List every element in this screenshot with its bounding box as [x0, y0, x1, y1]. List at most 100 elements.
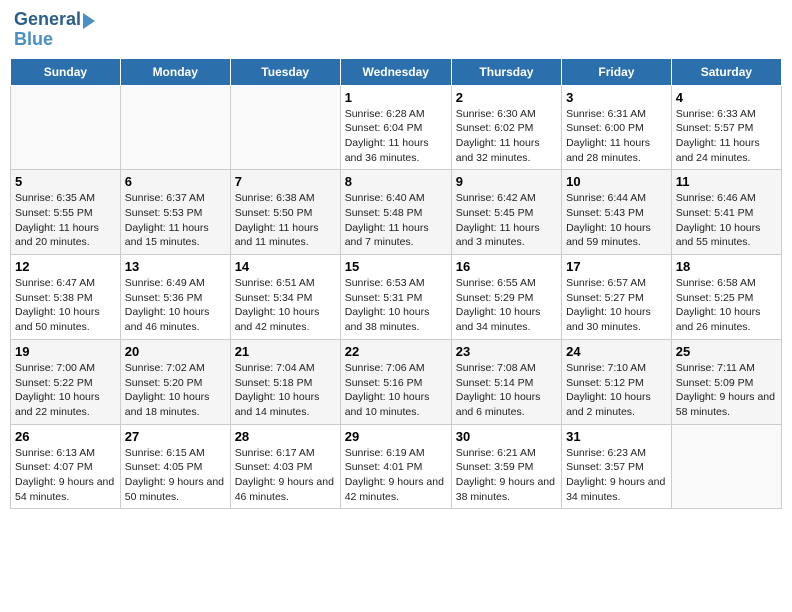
day-info: Sunrise: 6:13 AM Sunset: 4:07 PM Dayligh… [15, 446, 116, 505]
weekday-header: Tuesday [230, 58, 340, 85]
day-number: 14 [235, 259, 336, 274]
weekday-header: Wednesday [340, 58, 451, 85]
calendar-week-row: 1 Sunrise: 6:28 AM Sunset: 6:04 PM Daylig… [11, 85, 782, 170]
calendar-cell: 22 Sunrise: 7:06 AM Sunset: 5:16 PM Dayli… [340, 339, 451, 424]
day-info: Sunrise: 6:47 AM Sunset: 5:38 PM Dayligh… [15, 276, 116, 335]
calendar-cell: 10Sunrise: 6:44 AM Sunset: 5:43 PM Dayli… [562, 170, 672, 255]
day-info: Sunrise: 6:53 AM Sunset: 5:31 PM Dayligh… [345, 276, 447, 335]
day-info: Sunrise: 6:30 AM Sunset: 6:02 PM Dayligh… [456, 107, 557, 166]
calendar-cell: 27 Sunrise: 6:15 AM Sunset: 4:05 PM Dayli… [120, 424, 230, 509]
logo-text-general: General [14, 10, 81, 30]
day-info: Sunrise: 7:06 AM Sunset: 5:16 PM Dayligh… [345, 361, 447, 420]
calendar-cell: 8Sunrise: 6:40 AM Sunset: 5:48 PM Daylig… [340, 170, 451, 255]
day-number: 27 [125, 429, 226, 444]
weekday-header: Friday [562, 58, 672, 85]
calendar-table: SundayMondayTuesdayWednesdayThursdayFrid… [10, 58, 782, 510]
day-number: 29 [345, 429, 447, 444]
weekday-row: SundayMondayTuesdayWednesdayThursdayFrid… [11, 58, 782, 85]
day-info: Sunrise: 6:33 AM Sunset: 5:57 PM Dayligh… [676, 107, 777, 166]
page-header: General Blue [10, 10, 782, 50]
day-number: 20 [125, 344, 226, 359]
day-number: 18 [676, 259, 777, 274]
day-number: 11 [676, 174, 777, 189]
weekday-header: Thursday [451, 58, 561, 85]
calendar-cell: 2 Sunrise: 6:30 AM Sunset: 6:02 PM Daylig… [451, 85, 561, 170]
weekday-header: Saturday [671, 58, 781, 85]
calendar-cell: 19Sunrise: 7:00 AM Sunset: 5:22 PM Dayli… [11, 339, 121, 424]
weekday-header: Sunday [11, 58, 121, 85]
day-info: Sunrise: 7:02 AM Sunset: 5:20 PM Dayligh… [125, 361, 226, 420]
day-number: 1 [345, 90, 447, 105]
day-number: 16 [456, 259, 557, 274]
calendar-cell: 12 Sunrise: 6:47 AM Sunset: 5:38 PM Dayli… [11, 255, 121, 340]
day-info: Sunrise: 7:11 AM Sunset: 5:09 PM Dayligh… [676, 361, 777, 420]
calendar-cell [11, 85, 121, 170]
calendar-header: SundayMondayTuesdayWednesdayThursdayFrid… [11, 58, 782, 85]
day-info: Sunrise: 6:38 AM Sunset: 5:50 PM Dayligh… [235, 191, 336, 250]
day-info: Sunrise: 6:28 AM Sunset: 6:04 PM Dayligh… [345, 107, 447, 166]
calendar-cell: 28Sunrise: 6:17 AM Sunset: 4:03 PM Dayli… [230, 424, 340, 509]
day-number: 12 [15, 259, 116, 274]
calendar-week-row: 19Sunrise: 7:00 AM Sunset: 5:22 PM Dayli… [11, 339, 782, 424]
calendar-week-row: 12 Sunrise: 6:47 AM Sunset: 5:38 PM Dayli… [11, 255, 782, 340]
day-info: Sunrise: 6:51 AM Sunset: 5:34 PM Dayligh… [235, 276, 336, 335]
day-number: 6 [125, 174, 226, 189]
day-number: 19 [15, 344, 116, 359]
day-number: 25 [676, 344, 777, 359]
day-info: Sunrise: 6:40 AM Sunset: 5:48 PM Dayligh… [345, 191, 447, 250]
calendar-cell: 4 Sunrise: 6:33 AM Sunset: 5:57 PM Daylig… [671, 85, 781, 170]
calendar-cell: 15 Sunrise: 6:53 AM Sunset: 5:31 PM Dayli… [340, 255, 451, 340]
day-number: 23 [456, 344, 557, 359]
day-info: Sunrise: 6:15 AM Sunset: 4:05 PM Dayligh… [125, 446, 226, 505]
calendar-cell: 9 Sunrise: 6:42 AM Sunset: 5:45 PM Daylig… [451, 170, 561, 255]
calendar-cell: 25 Sunrise: 7:11 AM Sunset: 5:09 PM Dayli… [671, 339, 781, 424]
calendar-cell: 23 Sunrise: 7:08 AM Sunset: 5:14 PM Dayli… [451, 339, 561, 424]
calendar-cell: 13Sunrise: 6:49 AM Sunset: 5:36 PM Dayli… [120, 255, 230, 340]
day-number: 5 [15, 174, 116, 189]
calendar-cell: 20 Sunrise: 7:02 AM Sunset: 5:20 PM Dayli… [120, 339, 230, 424]
calendar-cell: 6Sunrise: 6:37 AM Sunset: 5:53 PM Daylig… [120, 170, 230, 255]
day-number: 21 [235, 344, 336, 359]
day-number: 17 [566, 259, 667, 274]
calendar-cell: 26 Sunrise: 6:13 AM Sunset: 4:07 PM Dayli… [11, 424, 121, 509]
day-number: 26 [15, 429, 116, 444]
day-info: Sunrise: 6:31 AM Sunset: 6:00 PM Dayligh… [566, 107, 667, 166]
day-info: Sunrise: 6:21 AM Sunset: 3:59 PM Dayligh… [456, 446, 557, 505]
calendar-cell: 30Sunrise: 6:21 AM Sunset: 3:59 PM Dayli… [451, 424, 561, 509]
day-info: Sunrise: 6:44 AM Sunset: 5:43 PM Dayligh… [566, 191, 667, 250]
calendar-cell: 7Sunrise: 6:38 AM Sunset: 5:50 PM Daylig… [230, 170, 340, 255]
day-number: 9 [456, 174, 557, 189]
day-info: Sunrise: 7:08 AM Sunset: 5:14 PM Dayligh… [456, 361, 557, 420]
day-info: Sunrise: 6:58 AM Sunset: 5:25 PM Dayligh… [676, 276, 777, 335]
logo: General Blue [14, 10, 95, 50]
day-info: Sunrise: 6:23 AM Sunset: 3:57 PM Dayligh… [566, 446, 667, 505]
day-info: Sunrise: 6:42 AM Sunset: 5:45 PM Dayligh… [456, 191, 557, 250]
day-number: 4 [676, 90, 777, 105]
day-number: 22 [345, 344, 447, 359]
day-info: Sunrise: 6:55 AM Sunset: 5:29 PM Dayligh… [456, 276, 557, 335]
day-info: Sunrise: 6:57 AM Sunset: 5:27 PM Dayligh… [566, 276, 667, 335]
calendar-cell: 29 Sunrise: 6:19 AM Sunset: 4:01 PM Dayli… [340, 424, 451, 509]
day-number: 3 [566, 90, 667, 105]
calendar-cell: 18 Sunrise: 6:58 AM Sunset: 5:25 PM Dayli… [671, 255, 781, 340]
calendar-cell: 3 Sunrise: 6:31 AM Sunset: 6:00 PM Daylig… [562, 85, 672, 170]
day-number: 31 [566, 429, 667, 444]
day-info: Sunrise: 6:46 AM Sunset: 5:41 PM Dayligh… [676, 191, 777, 250]
calendar-cell: 11 Sunrise: 6:46 AM Sunset: 5:41 PM Dayli… [671, 170, 781, 255]
calendar-cell: 21Sunrise: 7:04 AM Sunset: 5:18 PM Dayli… [230, 339, 340, 424]
day-number: 28 [235, 429, 336, 444]
calendar-body: 1 Sunrise: 6:28 AM Sunset: 6:04 PM Daylig… [11, 85, 782, 509]
calendar-cell [671, 424, 781, 509]
day-info: Sunrise: 6:49 AM Sunset: 5:36 PM Dayligh… [125, 276, 226, 335]
day-number: 2 [456, 90, 557, 105]
day-number: 24 [566, 344, 667, 359]
calendar-week-row: 5 Sunrise: 6:35 AM Sunset: 5:55 PM Daylig… [11, 170, 782, 255]
calendar-cell [120, 85, 230, 170]
day-info: Sunrise: 6:19 AM Sunset: 4:01 PM Dayligh… [345, 446, 447, 505]
day-info: Sunrise: 6:35 AM Sunset: 5:55 PM Dayligh… [15, 191, 116, 250]
day-number: 15 [345, 259, 447, 274]
calendar-cell: 14 Sunrise: 6:51 AM Sunset: 5:34 PM Dayli… [230, 255, 340, 340]
weekday-header: Monday [120, 58, 230, 85]
calendar-week-row: 26 Sunrise: 6:13 AM Sunset: 4:07 PM Dayli… [11, 424, 782, 509]
day-info: Sunrise: 7:10 AM Sunset: 5:12 PM Dayligh… [566, 361, 667, 420]
